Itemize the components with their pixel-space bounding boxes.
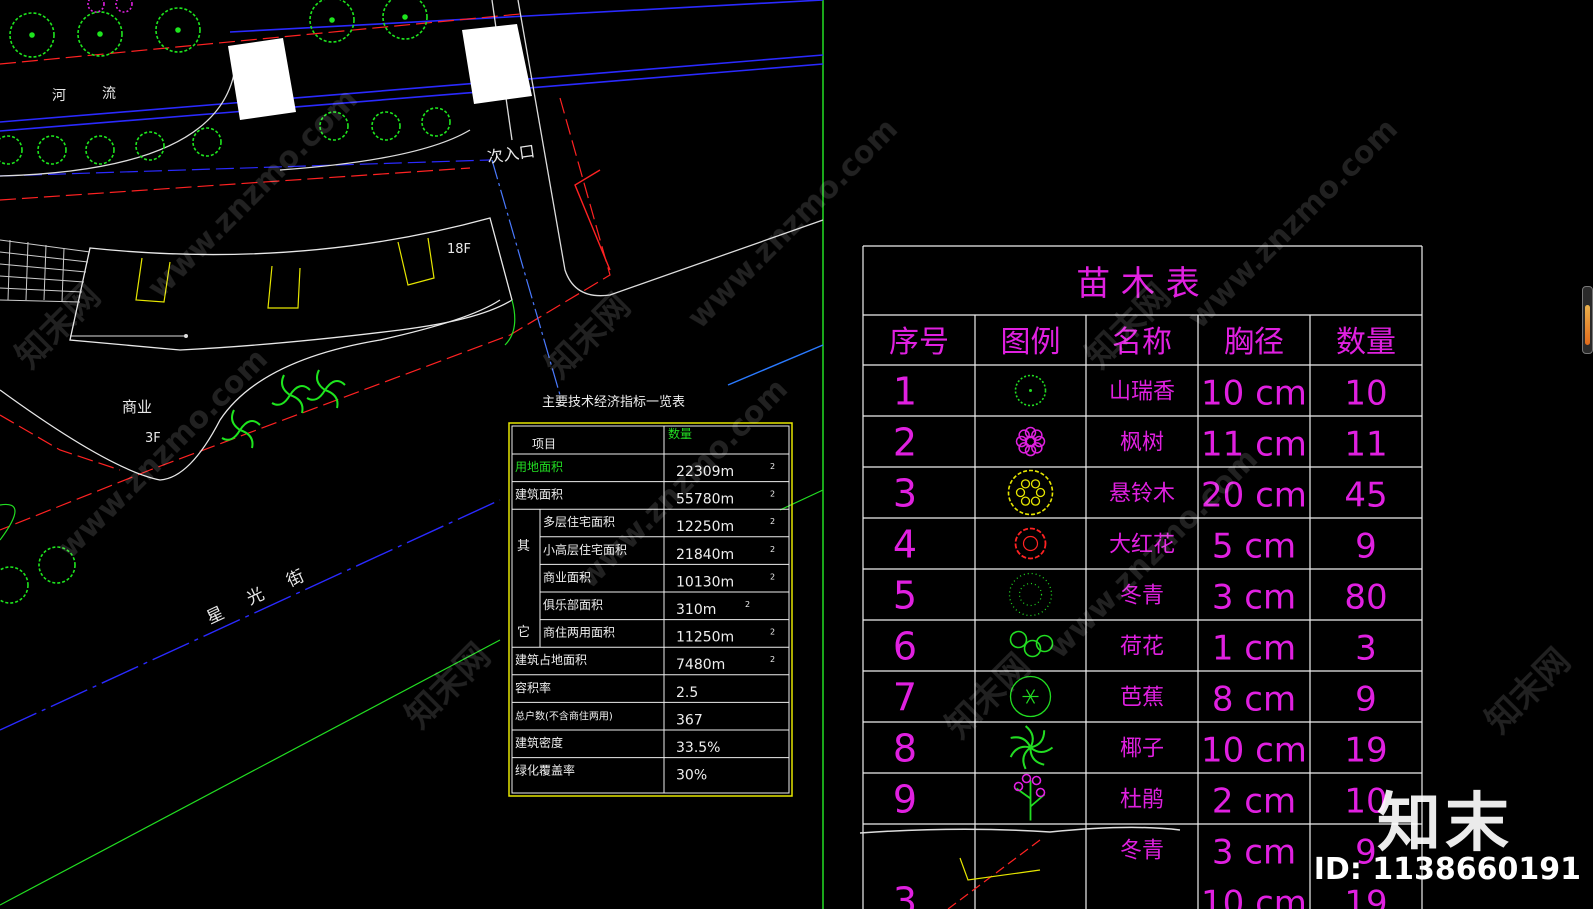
nursery-cell-dia: 10 cm xyxy=(1201,731,1307,771)
indicator-row-unit-sup: 2 xyxy=(770,490,775,499)
vertical-scrollbar[interactable] xyxy=(1582,286,1593,354)
nursery-cell-qty: 19 xyxy=(1344,884,1387,909)
indicator-row-value: 7480m xyxy=(676,657,725,673)
nursery-header-cell: 序号 xyxy=(889,325,949,360)
nursery-header-cell: 胸径 xyxy=(1224,325,1284,360)
nursery-cell-name: 荷花 xyxy=(1120,635,1164,660)
indicator-row-unit-sup: 2 xyxy=(770,517,775,526)
nursery-cell-qty: 3 xyxy=(1355,629,1377,669)
commercial-label: 商业 xyxy=(122,398,152,416)
river-label: 流 xyxy=(102,86,116,102)
indicator-row-value: 30% xyxy=(676,768,707,784)
indicator-row-value: 367 xyxy=(676,712,703,728)
indicator-row-name: 多层住宅面积 xyxy=(543,514,615,529)
nursery-cell-no: 6 xyxy=(893,625,917,669)
indicator-header-value: 数量 xyxy=(668,426,692,441)
nursery-cell-qty: 9 xyxy=(1355,527,1377,567)
indicator-row-value: 12250m xyxy=(676,519,734,535)
nursery-cell-name: 枫树 xyxy=(1120,431,1164,456)
indicator-row-name: 建筑面积 xyxy=(515,487,563,502)
scrollbar-thumb[interactable] xyxy=(1585,305,1590,345)
indicator-row-name: 商住两用面积 xyxy=(543,625,615,640)
nursery-cell-no: 4 xyxy=(893,523,917,567)
site-dimension-point xyxy=(184,334,188,338)
nursery-cell-name: 山瑞香 xyxy=(1109,380,1175,405)
cad-drawing-canvas[interactable]: 河 流 次入口 18F 商业 3F 星 光 街 主要技术经济指标一览表 项目 数… xyxy=(0,0,1593,909)
indicator-group-label: 它 xyxy=(517,624,530,640)
document-id: ID: 1138660191 xyxy=(1313,852,1581,887)
indicator-table-title: 主要技术经济指标一览表 xyxy=(542,394,685,410)
indicator-row-name: 绿化覆盖率 xyxy=(515,763,575,778)
nursery-cell-no: 2 xyxy=(893,421,917,465)
nursery-cell-dia: 3 cm xyxy=(1212,833,1296,873)
indicator-row-unit-sup: 2 xyxy=(770,545,775,554)
river-label: 河 xyxy=(52,88,66,104)
nursery-cell-name: 椰子 xyxy=(1120,737,1164,762)
indicator-row-name: 建筑密度 xyxy=(515,735,563,750)
nursery-cell-dia: 10 cm xyxy=(1201,884,1307,909)
brand-logo: 知末 xyxy=(1377,787,1513,861)
nursery-cell-qty: 80 xyxy=(1344,578,1387,618)
nursery-cell-no: 1 xyxy=(893,370,917,414)
indicator-row-unit-sup: 2 xyxy=(770,628,775,637)
indicator-row-value: 10130m xyxy=(676,574,734,590)
nursery-cell-dia: 5 cm xyxy=(1212,527,1296,567)
nursery-cell-no: 9 xyxy=(893,778,917,822)
indicator-row-value: 11250m xyxy=(676,630,734,646)
nursery-header-cell: 数量 xyxy=(1336,325,1396,360)
indicator-row-name: 用地面积 xyxy=(515,460,563,474)
indicator-row-value: 2.5 xyxy=(676,685,698,701)
indicator-row-name: 俱乐部面积 xyxy=(543,597,603,612)
nursery-cell-dia: 2 cm xyxy=(1212,782,1296,822)
nursery-cell-no: 7 xyxy=(893,676,917,720)
nursery-cell-name: 冬青 xyxy=(1120,839,1164,864)
nursery-cell-no: 8 xyxy=(893,727,917,771)
nursery-cell-no: 3 xyxy=(893,472,917,516)
indicator-row-unit-sup: 2 xyxy=(770,572,775,581)
nursery-cell-qty: 10 xyxy=(1344,374,1387,414)
indicator-header-item: 项目 xyxy=(532,437,556,451)
indicator-row-name: 容积率 xyxy=(515,680,551,695)
nursery-cell-qty: 19 xyxy=(1344,731,1387,771)
indicator-row-unit-sup: 2 xyxy=(770,655,775,664)
nursery-cell-dia: 8 cm xyxy=(1212,680,1296,720)
nursery-cell-dia: 1 cm xyxy=(1212,629,1296,669)
nursery-cell-dia: 3 cm xyxy=(1212,578,1296,618)
nursery-cell-name: 杜鹃 xyxy=(1120,788,1164,813)
indicator-row-name: 总户数(不含商住两用) xyxy=(515,709,613,722)
nursery-header-cell: 图例 xyxy=(1001,325,1061,360)
indicator-row-value: 21840m xyxy=(676,547,734,563)
nursery-cell-dia: 10 cm xyxy=(1201,374,1307,414)
nursery-cell-no: 3 xyxy=(893,880,917,909)
indicator-row-unit-sup: 2 xyxy=(745,600,750,609)
nursery-cell-name: 悬铃木 xyxy=(1109,482,1175,507)
nursery-cell-no: 5 xyxy=(893,574,917,618)
nursery-cell-qty: 45 xyxy=(1344,476,1387,516)
indicator-row-name: 建筑占地面积 xyxy=(515,652,587,667)
indicator-row-value: 33.5% xyxy=(676,740,720,756)
nursery-cell-qty: 11 xyxy=(1344,425,1387,465)
nursery-cell-name: 芭蕉 xyxy=(1120,686,1164,711)
floors-label-18f: 18F xyxy=(447,242,471,257)
nursery-cell-qty: 9 xyxy=(1355,680,1377,720)
indicator-group-label: 其 xyxy=(517,539,530,554)
indicator-row-unit-sup: 2 xyxy=(770,462,775,471)
indicator-row-value: 310m xyxy=(676,602,716,618)
